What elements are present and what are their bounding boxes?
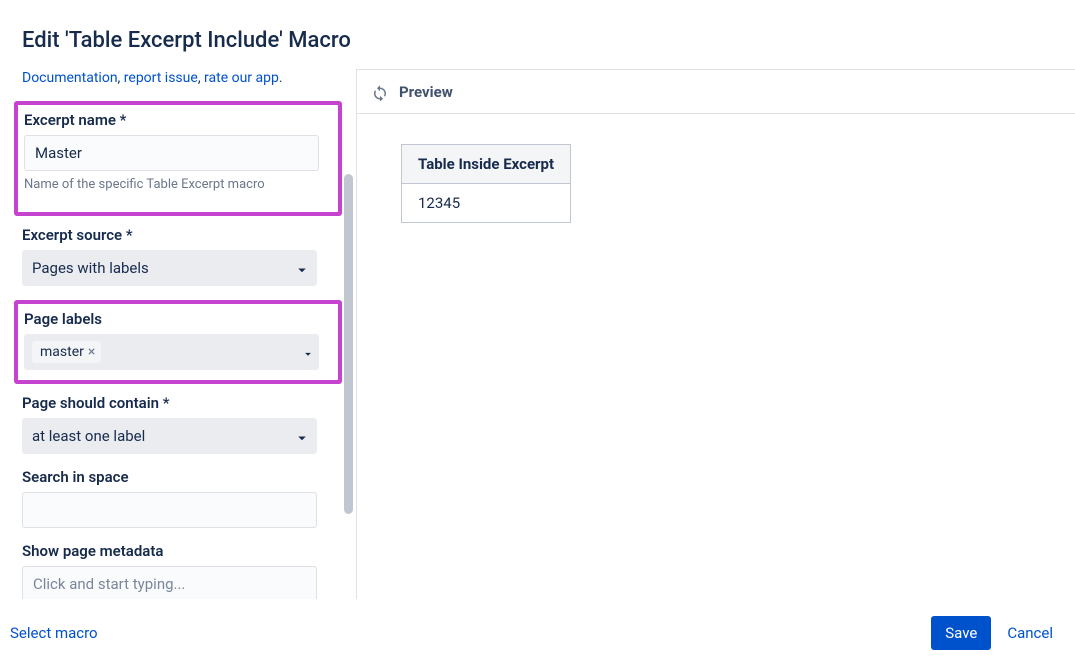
excerpt-name-highlight: Excerpt name * Name of the specific Tabl… xyxy=(14,101,342,216)
chip-remove-icon[interactable]: × xyxy=(88,345,95,359)
search-in-space-label: Search in space xyxy=(22,468,338,486)
search-in-space-input[interactable] xyxy=(22,492,317,528)
select-macro-link[interactable]: Select macro xyxy=(10,624,98,642)
page-labels-label: Page labels xyxy=(24,310,330,328)
chevron-down-icon xyxy=(293,429,307,443)
excerpt-source-value: Pages with labels xyxy=(32,259,149,277)
page-labels-select[interactable]: master × xyxy=(24,334,319,370)
show-page-metadata-input[interactable] xyxy=(22,566,317,599)
page-label-chip-text: master xyxy=(40,344,84,360)
dialog-footer: Select macro Save Cancel xyxy=(0,605,1075,660)
report-issue-link[interactable]: report issue xyxy=(124,70,198,86)
show-page-metadata-label: Show page metadata xyxy=(22,542,338,560)
excerpt-source-label: Excerpt source * xyxy=(22,226,338,244)
save-button[interactable]: Save xyxy=(931,616,991,650)
table-row: 12345 xyxy=(402,184,571,223)
preview-header: Preview xyxy=(357,70,1075,114)
macro-config-panel: Documentation, report issue, rate our ap… xyxy=(0,69,356,599)
scrollbar-thumb[interactable] xyxy=(344,174,353,514)
preview-table-header: Table Inside Excerpt xyxy=(402,145,571,184)
preview-table: Table Inside Excerpt 12345 xyxy=(401,144,571,223)
chevron-down-icon xyxy=(301,347,311,357)
page-should-contain-label: Page should contain * xyxy=(22,394,338,412)
preview-header-label: Preview xyxy=(399,83,453,101)
documentation-link[interactable]: Documentation xyxy=(22,70,118,86)
preview-table-cell: 12345 xyxy=(402,184,571,223)
page-should-contain-select[interactable]: at least one label xyxy=(22,418,317,454)
page-label-chip: master × xyxy=(32,341,101,363)
preview-panel: Preview Table Inside Excerpt 12345 xyxy=(356,69,1075,599)
dialog-title: Edit 'Table Excerpt Include' Macro xyxy=(0,0,1075,69)
cancel-button[interactable]: Cancel xyxy=(1007,624,1053,642)
rate-app-link[interactable]: rate our app xyxy=(204,70,279,86)
page-should-contain-value: at least one label xyxy=(32,427,145,445)
doc-links: Documentation, report issue, rate our ap… xyxy=(22,69,338,89)
excerpt-name-label: Excerpt name * xyxy=(24,111,330,129)
page-labels-highlight: Page labels master × xyxy=(14,300,342,384)
excerpt-name-help: Name of the specific Table Excerpt macro xyxy=(24,177,330,192)
excerpt-name-input[interactable] xyxy=(24,135,319,171)
chevron-down-icon xyxy=(293,261,307,275)
refresh-icon[interactable] xyxy=(371,83,389,101)
excerpt-source-select[interactable]: Pages with labels xyxy=(22,250,317,286)
